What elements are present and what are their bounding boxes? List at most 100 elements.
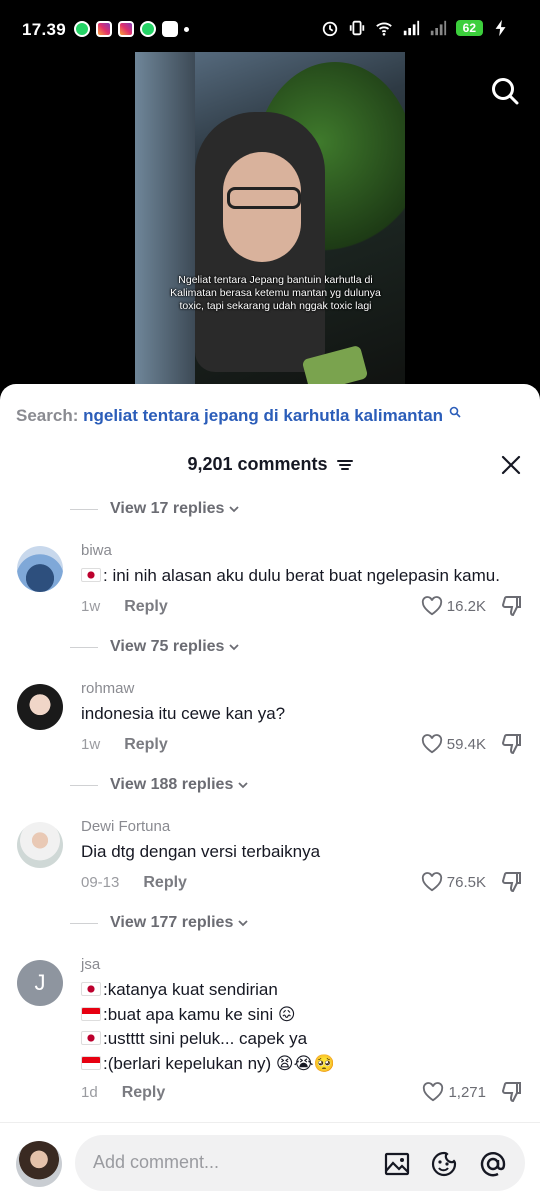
indonesia-flag-icon — [81, 1006, 101, 1021]
like-count: 16.2K — [446, 597, 486, 615]
comment-text-line: :(berlari kepelukan ny) 😫😭🥺 — [81, 1052, 335, 1077]
view-replies-label: View 75 replies — [110, 638, 225, 655]
mention-icon[interactable] — [479, 1150, 507, 1178]
chevron-down-icon — [229, 644, 240, 651]
heart-icon — [421, 596, 442, 616]
heart-icon — [421, 734, 442, 754]
divider — [70, 784, 98, 786]
instagram-icon — [118, 21, 134, 37]
search-icon[interactable] — [490, 76, 520, 106]
comments-header: 9,201 comments — [0, 454, 540, 475]
chevron-down-icon — [238, 920, 248, 927]
whatsapp-icon — [74, 21, 90, 37]
dislike-icon[interactable] — [500, 594, 524, 618]
chevron-down-icon — [229, 506, 240, 513]
indonesia-flag-icon — [81, 1055, 101, 1070]
avatar[interactable] — [17, 684, 63, 730]
view-replies-button[interactable]: View 17 replies — [70, 500, 240, 518]
divider — [70, 508, 98, 510]
comment-username[interactable]: biwa — [81, 542, 112, 559]
like-count: 59.4K — [446, 735, 486, 753]
reply-button[interactable]: Reply — [124, 736, 168, 754]
japan-flag-icon — [81, 1031, 101, 1045]
search-query-link[interactable]: ngeliat tentara jepang di karhutla kalim… — [83, 406, 443, 425]
vibrate-icon — [349, 20, 364, 36]
chevron-down-icon — [238, 782, 248, 789]
like-button[interactable]: 16.2K — [421, 596, 486, 616]
avatar[interactable]: J — [17, 960, 63, 1006]
comment-meta: 1w Reply — [81, 736, 168, 754]
dislike-icon[interactable] — [500, 1080, 524, 1104]
sort-filter-icon[interactable] — [336, 459, 353, 471]
comment-input-placeholder: Add comment... — [93, 1152, 220, 1172]
whatsapp-icon — [140, 21, 156, 37]
status-time: 17.39 — [22, 20, 67, 39]
divider — [70, 922, 98, 924]
comment-time: 09-13 — [81, 874, 120, 891]
sticker-icon[interactable] — [430, 1150, 458, 1178]
search-icon — [449, 406, 461, 418]
battery-indicator: 62 — [455, 20, 483, 36]
comment-text-line: :buat apa kamu ke sini 😖 — [81, 1003, 296, 1028]
reply-button[interactable]: Reply — [122, 1084, 166, 1102]
comment-time: 1d — [81, 1084, 98, 1101]
like-button[interactable]: 76.5K — [421, 872, 486, 892]
comment-time: 1w — [81, 736, 101, 753]
notification-icons — [74, 21, 189, 37]
image-icon[interactable] — [383, 1150, 411, 1178]
dislike-icon[interactable] — [500, 870, 524, 894]
charging-icon — [495, 19, 506, 37]
comment-text: : ini nih alasan aku dulu berat buat nge… — [81, 564, 500, 589]
comment-meta: 09-13 Reply — [81, 874, 187, 892]
video-glasses — [227, 187, 301, 209]
divider — [70, 646, 98, 648]
avatar[interactable] — [17, 546, 63, 592]
comment-composer: Add comment... — [0, 1122, 540, 1200]
video-area[interactable]: Ngeliat tentara Jepang bantuin karhutla … — [0, 52, 540, 392]
comment-input[interactable]: Add comment... — [75, 1135, 525, 1191]
reply-button[interactable]: Reply — [143, 874, 187, 892]
view-replies-label: View 17 replies — [110, 500, 225, 517]
like-count: 76.5K — [446, 873, 486, 891]
keyboard-icon — [162, 21, 178, 37]
system-icons: 62 — [321, 19, 510, 37]
comment-username[interactable]: jsa — [81, 956, 100, 973]
signal-icon — [403, 20, 419, 36]
user-avatar[interactable] — [16, 1141, 62, 1187]
search-prefix: Search: — [16, 406, 79, 425]
related-search[interactable]: Search: ngeliat tentara jepang di karhut… — [16, 406, 461, 426]
japan-flag-icon — [81, 982, 101, 996]
comment-text: Dia dtg dengan versi terbaiknya — [81, 842, 321, 861]
comments-sheet: Search: ngeliat tentara jepang di karhut… — [0, 384, 540, 1200]
like-button[interactable]: 59.4K — [421, 734, 486, 754]
close-icon[interactable] — [500, 454, 522, 476]
view-replies-button[interactable]: View 75 replies — [70, 638, 240, 656]
comment-username[interactable]: Dewi Fortuna — [81, 818, 170, 835]
comment-username[interactable]: rohmaw — [81, 680, 134, 697]
signal-icon — [430, 20, 446, 36]
video-person — [175, 112, 355, 392]
view-replies-button[interactable]: View 188 replies — [70, 776, 249, 794]
view-replies-label: View 188 replies — [110, 776, 234, 793]
comment-text-line: :ustttt sini peluk... capek ya — [81, 1027, 307, 1052]
comment-meta: 1d Reply — [81, 1084, 165, 1102]
comment-time: 1w — [81, 598, 101, 615]
comment-text-line: :katanya kuat sendirian — [81, 978, 278, 1003]
more-notifications-icon — [184, 26, 189, 32]
comment-text: indonesia itu cewe kan ya? — [81, 704, 286, 723]
comments-count: 9,201 comments — [187, 454, 328, 474]
reply-button[interactable]: Reply — [124, 598, 168, 616]
japan-flag-icon — [81, 568, 101, 582]
avatar[interactable] — [17, 822, 63, 868]
wifi-icon — [375, 22, 392, 36]
instagram-icon — [96, 21, 112, 37]
dislike-icon[interactable] — [500, 732, 524, 756]
view-replies-button[interactable]: View 177 replies — [70, 914, 249, 932]
alarm-icon — [322, 21, 337, 37]
comment-meta: 1w Reply — [81, 598, 168, 616]
like-button[interactable]: 1,271 — [422, 1082, 486, 1102]
heart-icon — [421, 872, 442, 892]
heart-icon — [423, 1082, 444, 1102]
video-caption: Ngeliat tentara Jepang bantuin karhutla … — [170, 274, 381, 312]
video-player[interactable]: Ngeliat tentara Jepang bantuin karhutla … — [135, 52, 405, 392]
